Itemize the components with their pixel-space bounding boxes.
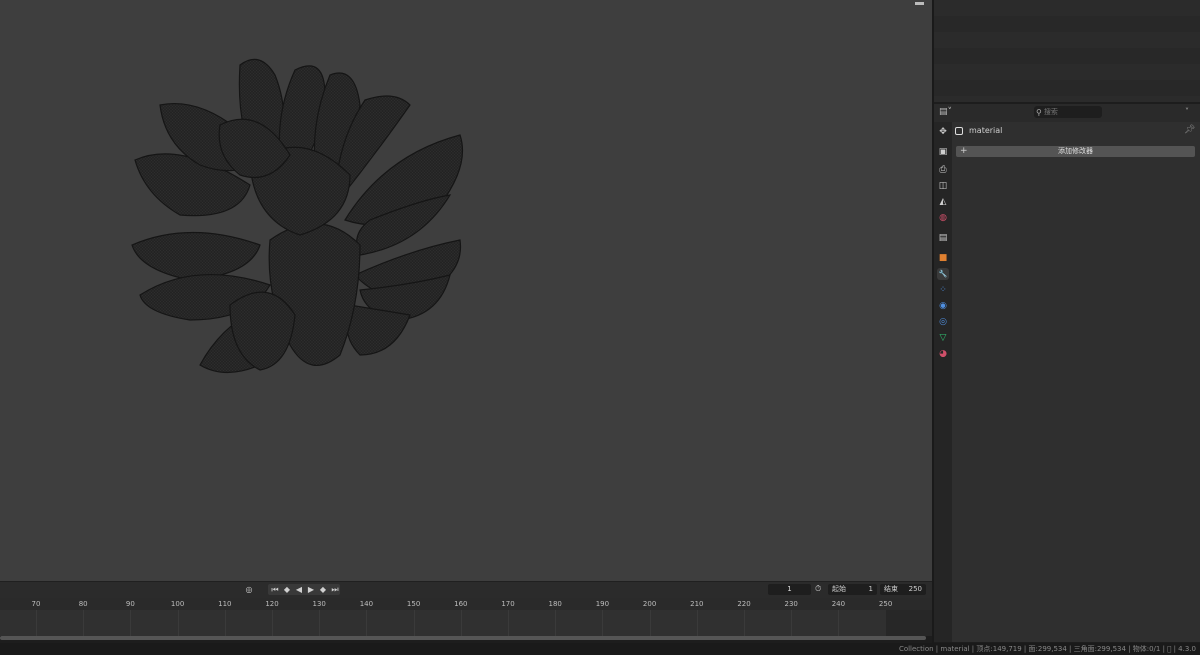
world-icon[interactable]: ◍: [937, 212, 949, 224]
properties-tabs-sidebar: ✥ ▣ ⎙ ◫ ◭ ◍ ▤ ■ 🔧 ⁘ ◉ ◎ ▽ ◕: [934, 122, 952, 642]
timeline-scrollbar[interactable]: [0, 636, 926, 640]
start-value: 1: [868, 585, 873, 593]
plus-icon: +: [960, 146, 968, 156]
end-label: 结束: [884, 585, 898, 593]
out-of-range-region: [886, 610, 932, 636]
add-modifier-button[interactable]: + 添加修改器: [956, 146, 1195, 157]
physics-icon[interactable]: ◉: [937, 300, 949, 312]
tick-label: 250: [878, 600, 893, 608]
frame-gridline: [413, 610, 415, 636]
collection-icon[interactable]: ▤: [937, 232, 949, 244]
stopwatch-icon[interactable]: ⏱: [815, 584, 821, 594]
tick-label: 200: [642, 600, 657, 608]
frame-gridline: [508, 610, 509, 636]
object-icon[interactable]: ■: [937, 252, 949, 264]
editor-type-button[interactable]: ▤˅: [939, 106, 955, 119]
render-icon[interactable]: ▣: [937, 146, 949, 158]
play-reverse-icon[interactable]: ◀: [294, 584, 304, 595]
tick-label: 140: [359, 600, 374, 608]
tick-label: 210: [690, 600, 704, 608]
jump-keyframe-forward-icon[interactable]: ◆: [318, 584, 328, 595]
output-icon[interactable]: ⎙: [937, 164, 949, 176]
frame-gridline: [838, 610, 840, 636]
frame-gridline: [272, 610, 273, 636]
properties-search-field[interactable]: ⚲: [1034, 106, 1102, 118]
frame-gridline: [83, 610, 85, 636]
tick-label: 130: [312, 600, 326, 608]
start-label: 起始: [832, 585, 846, 593]
tick-label: 110: [218, 600, 232, 608]
frame-gridline: [366, 610, 368, 636]
tick-label: 120: [265, 600, 279, 608]
status-bar: Collection | material | 顶点:149,719 | 面:2…: [0, 643, 1200, 655]
frame-gridline: [744, 610, 745, 636]
flower-mesh[interactable]: [120, 45, 480, 385]
jump-keyframe-back-icon[interactable]: ◆: [282, 584, 292, 595]
tick-label: 230: [784, 600, 798, 608]
auto-keying-icon[interactable]: ◎: [244, 584, 254, 595]
particles-icon[interactable]: ⁘: [937, 284, 949, 296]
object-name-row: material: [955, 124, 1195, 137]
tick-label: 180: [548, 600, 562, 608]
tick-label: 70: [31, 600, 41, 608]
frame-gridline: [224, 610, 226, 636]
tick-label: 220: [737, 600, 751, 608]
frame-gridline: [460, 610, 462, 636]
add-modifier-label: 添加修改器: [1058, 147, 1093, 155]
viewport-corner-icon[interactable]: [914, 0, 926, 5]
current-frame-field[interactable]: 1: [768, 584, 811, 595]
options-dropdown-icon[interactable]: ˅: [1185, 106, 1195, 118]
frame-gridline: [177, 610, 179, 636]
tick-label: 90: [125, 600, 135, 608]
tick-label: 190: [595, 600, 610, 608]
tick-label: 170: [501, 600, 515, 608]
timeline-track[interactable]: [0, 610, 932, 636]
tick-label: 150: [406, 600, 421, 608]
properties-editor-icon: ▤: [939, 107, 948, 117]
mesh-object-icon: [955, 126, 963, 135]
tick-label: 80: [78, 600, 88, 608]
tick-label: 160: [454, 600, 468, 608]
scene-icon[interactable]: ◭: [937, 196, 949, 208]
object-name: material: [969, 126, 1003, 135]
view-layer-icon[interactable]: ◫: [937, 180, 949, 192]
status-text: Collection | material | 顶点:149,719 | 面:2…: [898, 645, 1196, 653]
frame-gridline: [602, 610, 604, 636]
end-value: 250: [908, 585, 922, 593]
jump-start-icon[interactable]: ⏮: [270, 584, 280, 595]
properties-main-area: [952, 122, 1200, 642]
jump-end-icon[interactable]: ⏭: [330, 584, 340, 595]
chevron-down-icon: ˅: [947, 107, 953, 117]
play-icon[interactable]: ▶: [306, 584, 316, 595]
end-frame-field[interactable]: 结束 250: [880, 584, 926, 595]
frame-gridline: [130, 610, 132, 636]
frame-gridline: [791, 610, 793, 636]
outliner-panel[interactable]: [934, 0, 1200, 102]
search-input[interactable]: [1041, 108, 1094, 116]
data-icon[interactable]: ▽: [937, 332, 949, 344]
tick-label: 100: [170, 600, 185, 608]
tick-label: 240: [831, 600, 846, 608]
frame-gridline: [555, 610, 557, 636]
frame-gridline: [36, 610, 37, 636]
frame-gridline: [649, 610, 651, 636]
tool-icon[interactable]: ✥: [937, 126, 949, 138]
material-icon[interactable]: ◕: [937, 348, 949, 360]
pin-icon[interactable]: 📌︎: [1184, 125, 1195, 135]
modifier-wrench-icon[interactable]: 🔧: [937, 268, 949, 280]
frame-gridline: [696, 610, 698, 636]
constraints-icon[interactable]: ◎: [937, 316, 949, 328]
start-frame-field[interactable]: 起始 1: [828, 584, 877, 595]
frame-gridline: [319, 610, 321, 636]
